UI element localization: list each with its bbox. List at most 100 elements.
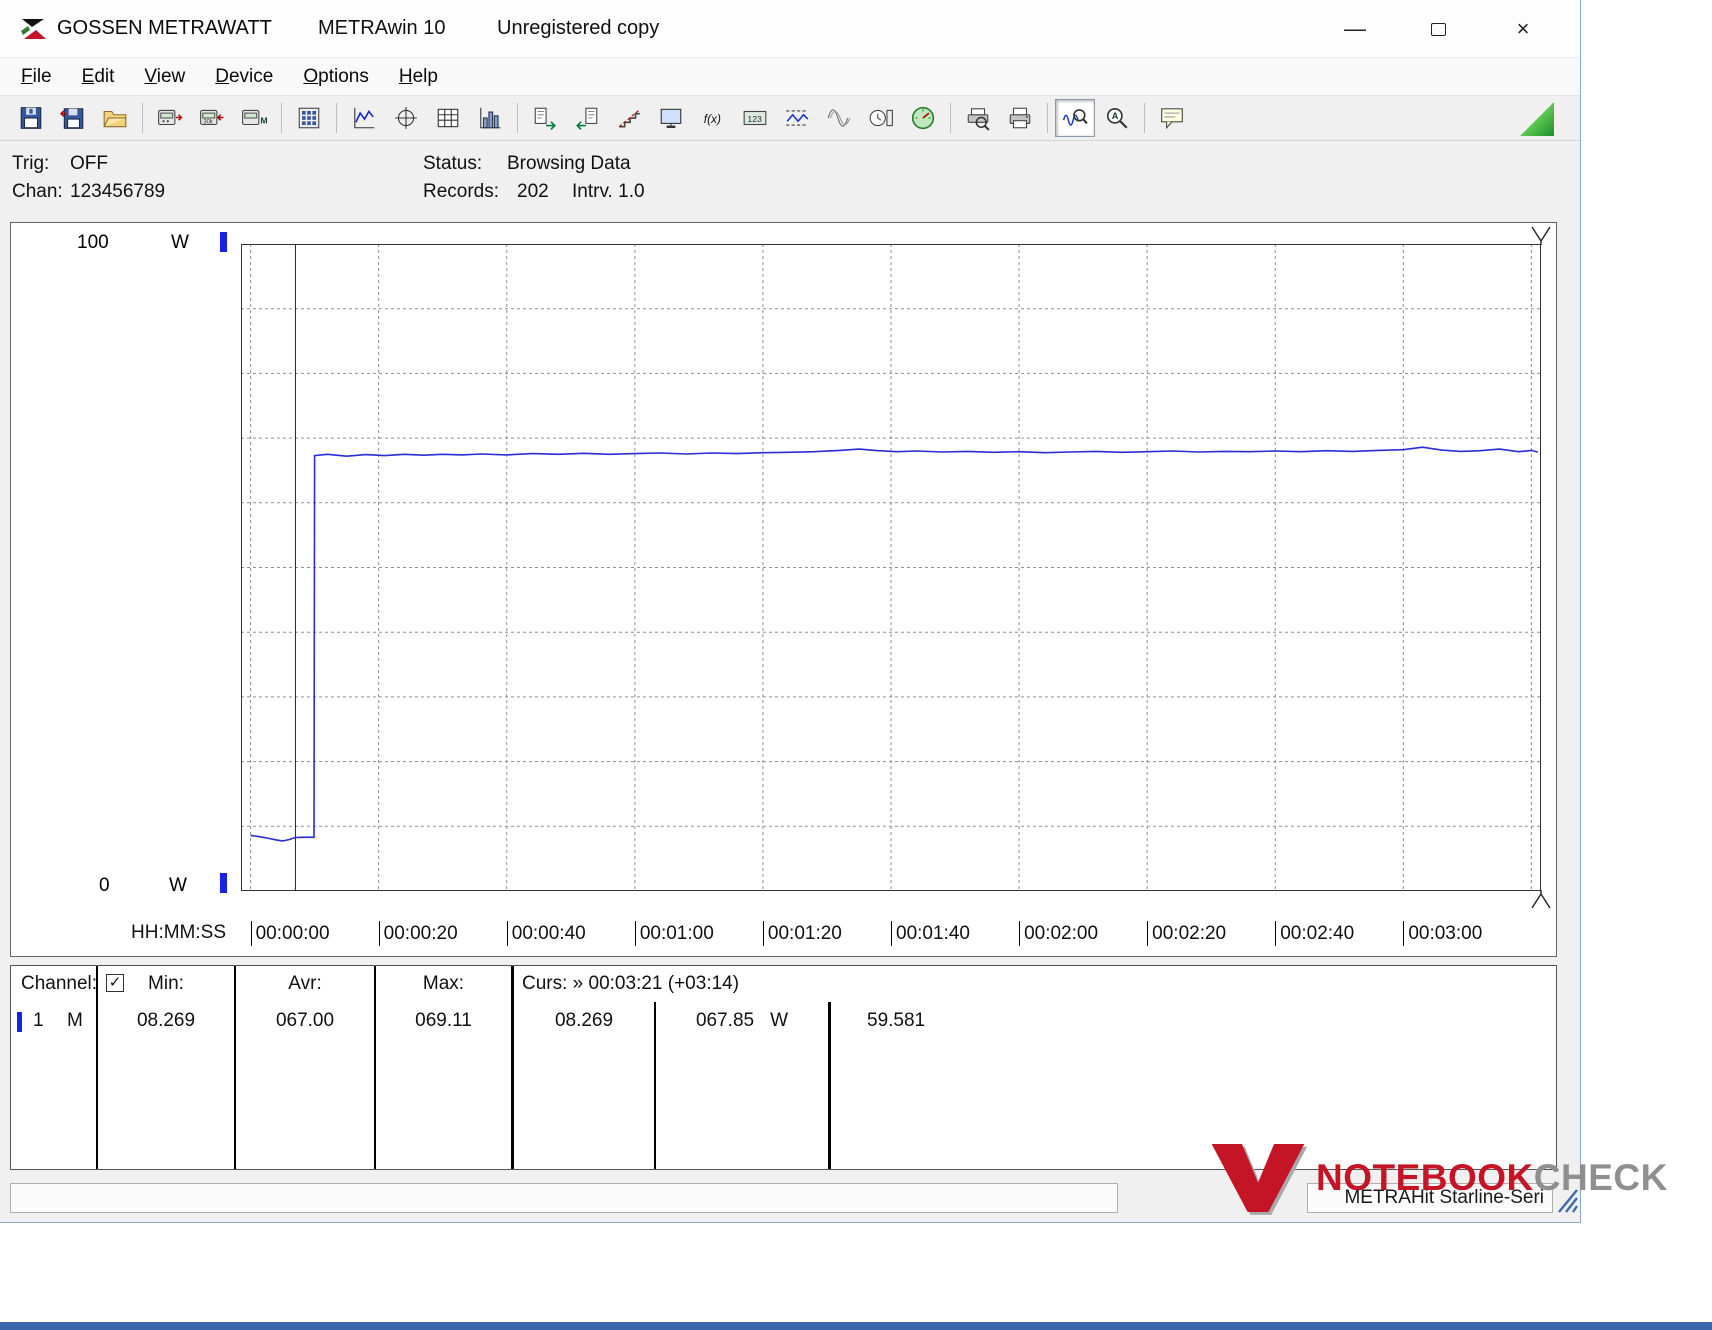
- trend-icon: [354, 107, 375, 129]
- save-button[interactable]: [11, 99, 51, 137]
- taskbar-edge: [0, 1322, 1712, 1330]
- meterin-icon: [158, 109, 183, 126]
- cursor-b-value: 067.85 W: [656, 1002, 831, 1169]
- menu-item-options[interactable]: Options: [288, 62, 383, 92]
- channel-mode: M: [67, 1010, 83, 1031]
- print-icon: [1009, 107, 1031, 129]
- read-device-button[interactable]: [150, 99, 190, 137]
- zoomwave-icon: [1062, 109, 1088, 126]
- y-max-unit: W: [171, 232, 189, 253]
- gauge-icon: [911, 106, 935, 130]
- cursor-b-number: 067.85: [695, 1010, 755, 1031]
- export-button[interactable]: [525, 99, 565, 137]
- x-tick-label: 00:01:00: [634, 921, 714, 946]
- toolbar-separator: [281, 103, 282, 133]
- chan-value: 123456789: [70, 181, 166, 202]
- annotation-button[interactable]: [1152, 99, 1192, 137]
- zoom-curve-button[interactable]: [1055, 99, 1095, 137]
- channel-row-id: 1 M: [11, 1002, 98, 1169]
- table-view-button[interactable]: [428, 99, 468, 137]
- cursor-readout-header: Curs: » 00:03:21 (+03:14): [522, 973, 740, 994]
- watermark-text-notebook: NOTEBOOK: [1316, 1157, 1534, 1198]
- zoom-auto-button[interactable]: A: [1097, 99, 1137, 137]
- x-tick-label: 00:00:20: [378, 921, 458, 946]
- histogram-view-button[interactable]: [470, 99, 510, 137]
- meterm-icon: M: [242, 109, 268, 125]
- x-tick-label: 00:02:40: [1275, 921, 1354, 946]
- x-tick-label: 00:00:40: [506, 921, 586, 946]
- menu-item-edit[interactable]: Edit: [67, 62, 130, 92]
- channel-visible-checkbox[interactable]: [106, 974, 124, 992]
- app-window: GOSSEN METRAWATT METRAwin 10 Unregistere…: [0, 0, 1580, 1222]
- formula-button[interactable]: f(x): [693, 99, 733, 137]
- avr-value: 067.00: [236, 1002, 376, 1169]
- plot-area[interactable]: [241, 226, 1551, 909]
- print-preview-button[interactable]: [958, 99, 998, 137]
- x-axis-unit-label: HH:MM:SS: [131, 922, 226, 943]
- keypad-icon: [298, 107, 320, 129]
- open-button[interactable]: [95, 99, 135, 137]
- svg-text:A: A: [1112, 111, 1119, 121]
- status-value: Browsing Data: [507, 153, 631, 174]
- toolbar-separator: [336, 103, 337, 133]
- trend-chart: [241, 226, 1551, 909]
- min-header-label: Min:: [148, 973, 184, 994]
- minimize-button[interactable]: —: [1331, 8, 1379, 50]
- watermark-text-check: CHECK: [1533, 1157, 1668, 1198]
- save-icon: [20, 107, 42, 129]
- x-tick-label: 00:01:20: [762, 921, 842, 946]
- gauge-button[interactable]: [903, 99, 943, 137]
- envelope-icon: [827, 109, 851, 127]
- import-button[interactable]: [567, 99, 607, 137]
- status-label: Status:: [423, 153, 483, 174]
- cursor-a-value: 08.269: [514, 1002, 656, 1169]
- window-title-brand: GOSSEN METRAWATT: [57, 17, 272, 39]
- trend-view-button[interactable]: [344, 99, 384, 137]
- window-title-note: Unregistered copy: [497, 17, 660, 39]
- table-icon: [437, 108, 459, 128]
- maximize-button[interactable]: [1414, 8, 1462, 50]
- x-tick-label: 00:03:00: [1403, 921, 1482, 946]
- numeric-display-button[interactable]: [289, 99, 329, 137]
- print-button[interactable]: [1000, 99, 1040, 137]
- toolbar-separator: [517, 103, 518, 133]
- app-logo: [21, 19, 46, 39]
- device-memory-button[interactable]: 30k: [192, 99, 232, 137]
- timer-button[interactable]: [861, 99, 901, 137]
- menu-item-view[interactable]: View: [129, 62, 200, 92]
- cursor-b-unit: W: [770, 1010, 789, 1031]
- toolbar-separator: [1047, 103, 1048, 133]
- envelope-button[interactable]: [819, 99, 859, 137]
- value-display-button[interactable]: 123: [735, 99, 775, 137]
- import-icon: [576, 107, 598, 130]
- device-mode-button[interactable]: M: [234, 99, 274, 137]
- scaling-button[interactable]: [609, 99, 649, 137]
- svg-text:f(x): f(x): [704, 112, 721, 126]
- save-as-button[interactable]: [53, 99, 93, 137]
- limits-button[interactable]: [777, 99, 817, 137]
- min-column-header: Min:: [98, 966, 236, 1002]
- metermem-icon: 30k: [200, 109, 224, 125]
- clock-icon: [869, 109, 893, 127]
- menu-item-device[interactable]: Device: [200, 62, 288, 92]
- svg-text:123: 123: [747, 114, 762, 124]
- cursor-view-button[interactable]: [386, 99, 426, 137]
- monitor-button[interactable]: [651, 99, 691, 137]
- trig-label: Trig:: [12, 153, 50, 174]
- avr-column-header: Avr:: [236, 966, 376, 1002]
- svg-text:M: M: [261, 115, 268, 125]
- maximize-icon: [1430, 23, 1446, 36]
- toolbar-separator: [142, 103, 143, 133]
- monitor-icon: [660, 108, 682, 128]
- close-button[interactable]: ×: [1499, 8, 1547, 50]
- info-panel: Trig: OFF Chan: 123456789 Status: Browsing …: [0, 142, 1580, 212]
- menu-item-help[interactable]: Help: [384, 62, 453, 92]
- statusbar-message-area: [10, 1183, 1118, 1213]
- channel-number: 1: [33, 1010, 44, 1031]
- preview-icon: [967, 108, 990, 131]
- x-tick-label: 00:01:40: [891, 921, 970, 946]
- x-tick-label: 00:02:20: [1147, 921, 1226, 946]
- notebookcheck-watermark: NOTEBOOKCHECK: [1206, 1136, 1668, 1220]
- open-icon: [103, 110, 127, 128]
- menu-item-file[interactable]: File: [6, 62, 67, 92]
